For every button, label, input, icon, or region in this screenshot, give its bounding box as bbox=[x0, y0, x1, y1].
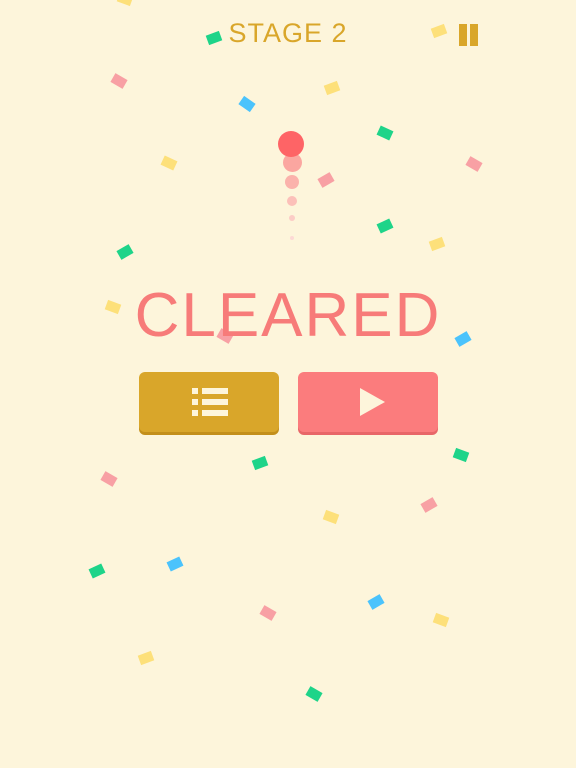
confetti bbox=[110, 73, 128, 89]
play-button[interactable] bbox=[298, 372, 438, 432]
play-icon bbox=[360, 388, 385, 416]
ball-trail bbox=[287, 196, 297, 206]
menu-button[interactable] bbox=[139, 372, 279, 432]
ball bbox=[278, 131, 304, 157]
confetti bbox=[238, 95, 256, 113]
pause-icon-bar bbox=[470, 24, 478, 46]
confetti bbox=[160, 155, 178, 171]
result-title: CLEARED bbox=[134, 281, 442, 350]
confetti bbox=[376, 218, 394, 234]
list-icon bbox=[192, 388, 228, 416]
confetti bbox=[465, 156, 483, 172]
confetti bbox=[116, 0, 134, 7]
confetti bbox=[367, 594, 385, 610]
ball-trail bbox=[285, 175, 299, 189]
confetti bbox=[100, 471, 118, 487]
stage-label: STAGE 2 bbox=[228, 18, 348, 48]
confetti bbox=[259, 605, 277, 621]
confetti bbox=[420, 497, 438, 513]
pause-button[interactable] bbox=[456, 24, 480, 48]
confetti bbox=[166, 556, 184, 572]
confetti bbox=[428, 236, 446, 252]
ball-trail bbox=[290, 236, 294, 240]
confetti bbox=[251, 455, 269, 471]
pause-icon bbox=[459, 24, 467, 46]
confetti bbox=[88, 563, 106, 579]
confetti bbox=[322, 509, 340, 525]
ball-trail bbox=[289, 215, 295, 221]
confetti bbox=[116, 244, 134, 260]
confetti bbox=[305, 686, 323, 702]
confetti bbox=[452, 447, 470, 463]
game-stage: STAGE 2 CLEARED bbox=[0, 0, 576, 768]
confetti bbox=[323, 80, 341, 96]
confetti bbox=[376, 125, 394, 141]
confetti bbox=[137, 650, 155, 666]
confetti bbox=[317, 172, 335, 188]
confetti bbox=[432, 612, 450, 628]
